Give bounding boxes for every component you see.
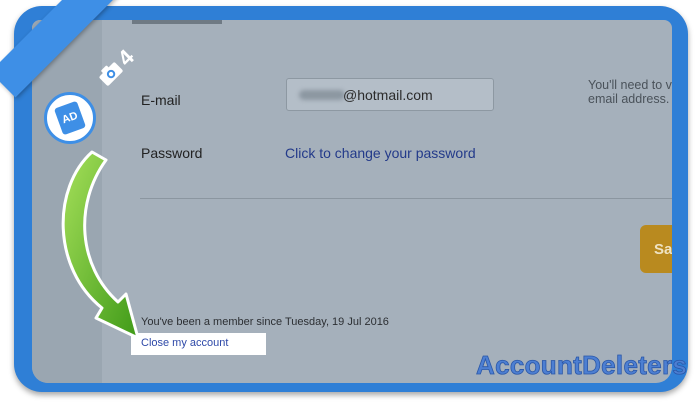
member-since-text: You've been a member since Tuesday, 19 J… bbox=[141, 316, 389, 328]
divider bbox=[140, 198, 672, 199]
blurred-username bbox=[299, 90, 345, 100]
header-hint bbox=[132, 20, 222, 24]
email-field[interactable]: @hotmail.com bbox=[286, 78, 494, 111]
close-account-link[interactable]: Close my account bbox=[141, 337, 228, 349]
brand-logo: AccountDeleters bbox=[476, 350, 688, 381]
change-password-link[interactable]: Click to change your password bbox=[285, 145, 476, 161]
email-value: @hotmail.com bbox=[343, 87, 433, 103]
email-hint-text: You'll need to v email address. bbox=[588, 78, 672, 106]
save-button[interactable]: Sa bbox=[640, 225, 672, 273]
email-label: E-mail bbox=[141, 92, 181, 108]
curved-arrow-icon bbox=[61, 150, 140, 340]
